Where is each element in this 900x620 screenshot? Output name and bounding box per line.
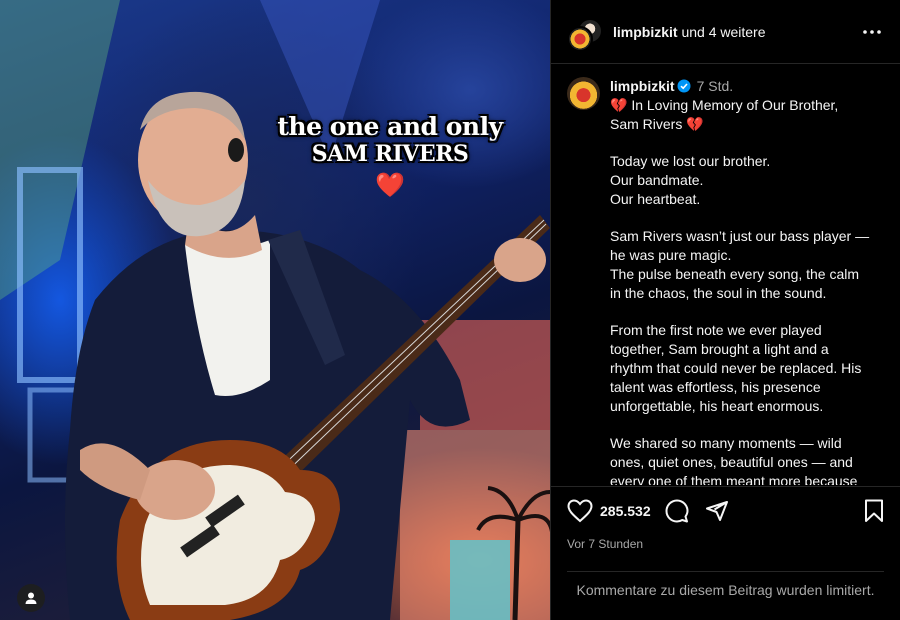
- caption-line: every one of them meant more because: [610, 472, 858, 485]
- save-button[interactable]: [864, 499, 884, 523]
- comment-button[interactable]: [665, 499, 689, 523]
- caption-line: he was pure magic.: [610, 247, 732, 264]
- caption-scroll-area[interactable]: limpbizkit 7 Std. 💔 In Loving Memory of O…: [551, 65, 900, 485]
- caption-line: Today we lost our brother.: [610, 153, 771, 170]
- caption-line: We shared so many moments — wild: [610, 435, 842, 452]
- post-timestamp[interactable]: Vor 7 Stunden: [567, 537, 884, 551]
- overlay-heart: ❤️: [375, 170, 405, 200]
- caption-line: Our heartbeat.: [610, 190, 701, 207]
- caption-line: ones, quiet ones, beautiful ones — and: [610, 453, 853, 470]
- more-horizontal-icon: [863, 29, 881, 34]
- caption-line: rhythm that could never be replaced. His: [610, 359, 862, 376]
- concert-photo: [0, 0, 550, 620]
- caption-title-line2: Sam Rivers: [610, 115, 683, 132]
- verified-badge-icon: [677, 79, 691, 93]
- broken-heart-emoji: 💔: [686, 115, 704, 132]
- user-icon: [25, 592, 37, 604]
- caption-line: Sam Rivers wasn’t just our bass player —: [610, 228, 870, 245]
- heart-icon: [567, 499, 593, 523]
- caption-line: From the first note we ever played: [610, 322, 822, 339]
- collab-avatars[interactable]: [567, 14, 603, 52]
- tagged-users-button[interactable]: [17, 584, 45, 612]
- overlay-line-1: the one and only: [277, 112, 503, 141]
- like-count[interactable]: 285.532: [600, 503, 651, 519]
- post-image[interactable]: the one and only SAM RIVERS ❤️: [0, 0, 550, 620]
- comments-limited-notice: Kommentare zu diesem Beitrag wurden limi…: [567, 571, 884, 600]
- image-overlay-text: the one and only SAM RIVERS ❤️: [240, 112, 540, 200]
- bookmark-icon: [865, 499, 883, 522]
- avatar: [567, 25, 593, 52]
- caption-line: The pulse beneath every song, the calm: [610, 265, 860, 282]
- author-username[interactable]: limpbizkit: [613, 24, 678, 40]
- caption-username[interactable]: limpbizkit: [610, 78, 675, 94]
- comment-icon: [665, 499, 689, 523]
- caption-line: talent was effortless, his presence: [610, 378, 821, 395]
- caption: limpbizkit 7 Std. 💔 In Loving Memory of O…: [567, 77, 884, 485]
- caption-line: in the chaos, the soul in the sound.: [610, 284, 827, 301]
- send-icon: [705, 501, 728, 521]
- post-details-panel: limpbizkit und 4 weitere limpbizkit 7 Std…: [550, 0, 900, 620]
- caption-time[interactable]: 7 Std.: [697, 78, 734, 94]
- caption-text: limpbizkit 7 Std. 💔 In Loving Memory of O…: [610, 77, 884, 485]
- more-options-button[interactable]: [860, 20, 884, 44]
- like-button[interactable]: [567, 499, 593, 523]
- broken-heart-emoji: 💔: [610, 96, 628, 113]
- share-button[interactable]: [705, 499, 729, 523]
- post-actions: 285.532 Vor 7 Stunden: [551, 486, 900, 551]
- post-header: limpbizkit und 4 weitere: [551, 0, 900, 64]
- post-authors[interactable]: limpbizkit und 4 weitere: [613, 24, 766, 40]
- caption-line: Our bandmate.: [610, 171, 704, 188]
- caption-title-line1: In Loving Memory of Our Brother,: [631, 96, 839, 113]
- caption-line: together, Sam brought a light and a: [610, 341, 829, 358]
- caption-line: unforgettable, his heart enormous.: [610, 397, 824, 414]
- overlay-line-2: SAM RIVERS: [311, 140, 469, 167]
- caption-avatar[interactable]: [567, 77, 600, 110]
- collab-suffix[interactable]: und 4 weitere: [681, 24, 765, 40]
